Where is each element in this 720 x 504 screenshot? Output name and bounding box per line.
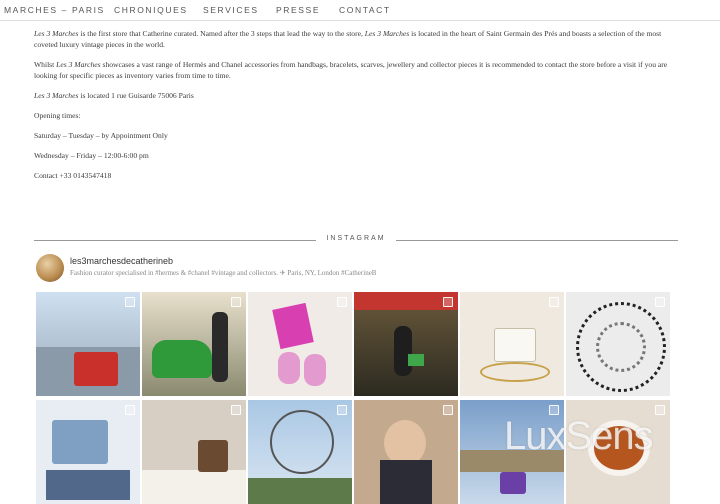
multi-photo-icon (125, 405, 135, 415)
store-range-paragraph: Whilst Les 3 Marches showcases a vast ra… (34, 59, 678, 81)
store-intro-paragraph: Les 3 Marches is the first store that Ca… (34, 28, 678, 50)
watermark: LuxSens (504, 414, 654, 458)
range-text: Whilst (34, 60, 57, 69)
instagram-post[interactable] (142, 292, 246, 396)
instagram-handle[interactable]: les3marchesdecatherineb (70, 256, 173, 266)
multi-photo-icon (231, 297, 241, 307)
opening-hours-2: Wednesday – Friday – 12:00-6:00 pm (34, 151, 149, 160)
instagram-post[interactable] (248, 292, 352, 396)
instagram-bio: Fashion curator specialised in #hermes &… (70, 269, 377, 277)
store-description: Les 3 Marches is the first store that Ca… (34, 28, 678, 190)
nav-item-contact[interactable]: CONTACT (339, 5, 391, 15)
nav-item-services[interactable]: SERVICES (203, 5, 259, 15)
multi-photo-icon (443, 297, 453, 307)
store-name: Les 3 Marches (56, 60, 101, 69)
contact-phone: Contact +33 0143547418 (34, 171, 112, 180)
intro-text: is the first store that Catherine curate… (78, 29, 365, 38)
instagram-profile: les3marchesdecatherineb Fashion curator … (34, 254, 678, 284)
instagram-post[interactable] (36, 400, 140, 504)
store-name: Les 3 Marches (34, 91, 79, 100)
instagram-post[interactable] (566, 292, 670, 396)
instagram-post[interactable] (460, 292, 564, 396)
address-text: is located 1 rue Guisarde 75006 Paris (78, 91, 194, 100)
instagram-section-header: INSTAGRAM (34, 234, 678, 246)
opening-times-label: Opening times: (34, 111, 81, 120)
multi-photo-icon (337, 405, 347, 415)
nav-item-chroniques[interactable]: CHRONIQUES (114, 5, 188, 15)
multi-photo-icon (549, 297, 559, 307)
instagram-label: INSTAGRAM (326, 235, 386, 242)
nav-item-presse[interactable]: PRESSE (276, 5, 320, 15)
multi-photo-icon (655, 405, 665, 415)
instagram-post[interactable] (248, 400, 352, 504)
multi-photo-icon (655, 297, 665, 307)
instagram-post[interactable] (142, 400, 246, 504)
range-text: showcases a vast range of Hermès and Cha… (34, 60, 668, 80)
multi-photo-icon (337, 297, 347, 307)
instagram-post[interactable] (354, 292, 458, 396)
nav-item-marches-paris[interactable]: MARCHES – PARIS (4, 5, 105, 15)
avatar[interactable] (36, 254, 64, 282)
store-name: Les 3 Marches (34, 29, 79, 38)
store-name: Les 3 Marches (364, 29, 410, 38)
top-navigation: MARCHES – PARIS CHRONIQUES SERVICES PRES… (0, 0, 720, 21)
instagram-post[interactable] (36, 292, 140, 396)
opening-hours-1: Saturday – Tuesday – by Appointment Only (34, 131, 168, 140)
multi-photo-icon (443, 405, 453, 415)
multi-photo-icon (125, 297, 135, 307)
multi-photo-icon (231, 405, 241, 415)
store-address: Les 3 Marches is located 1 rue Guisarde … (34, 90, 678, 101)
instagram-post[interactable] (354, 400, 458, 504)
